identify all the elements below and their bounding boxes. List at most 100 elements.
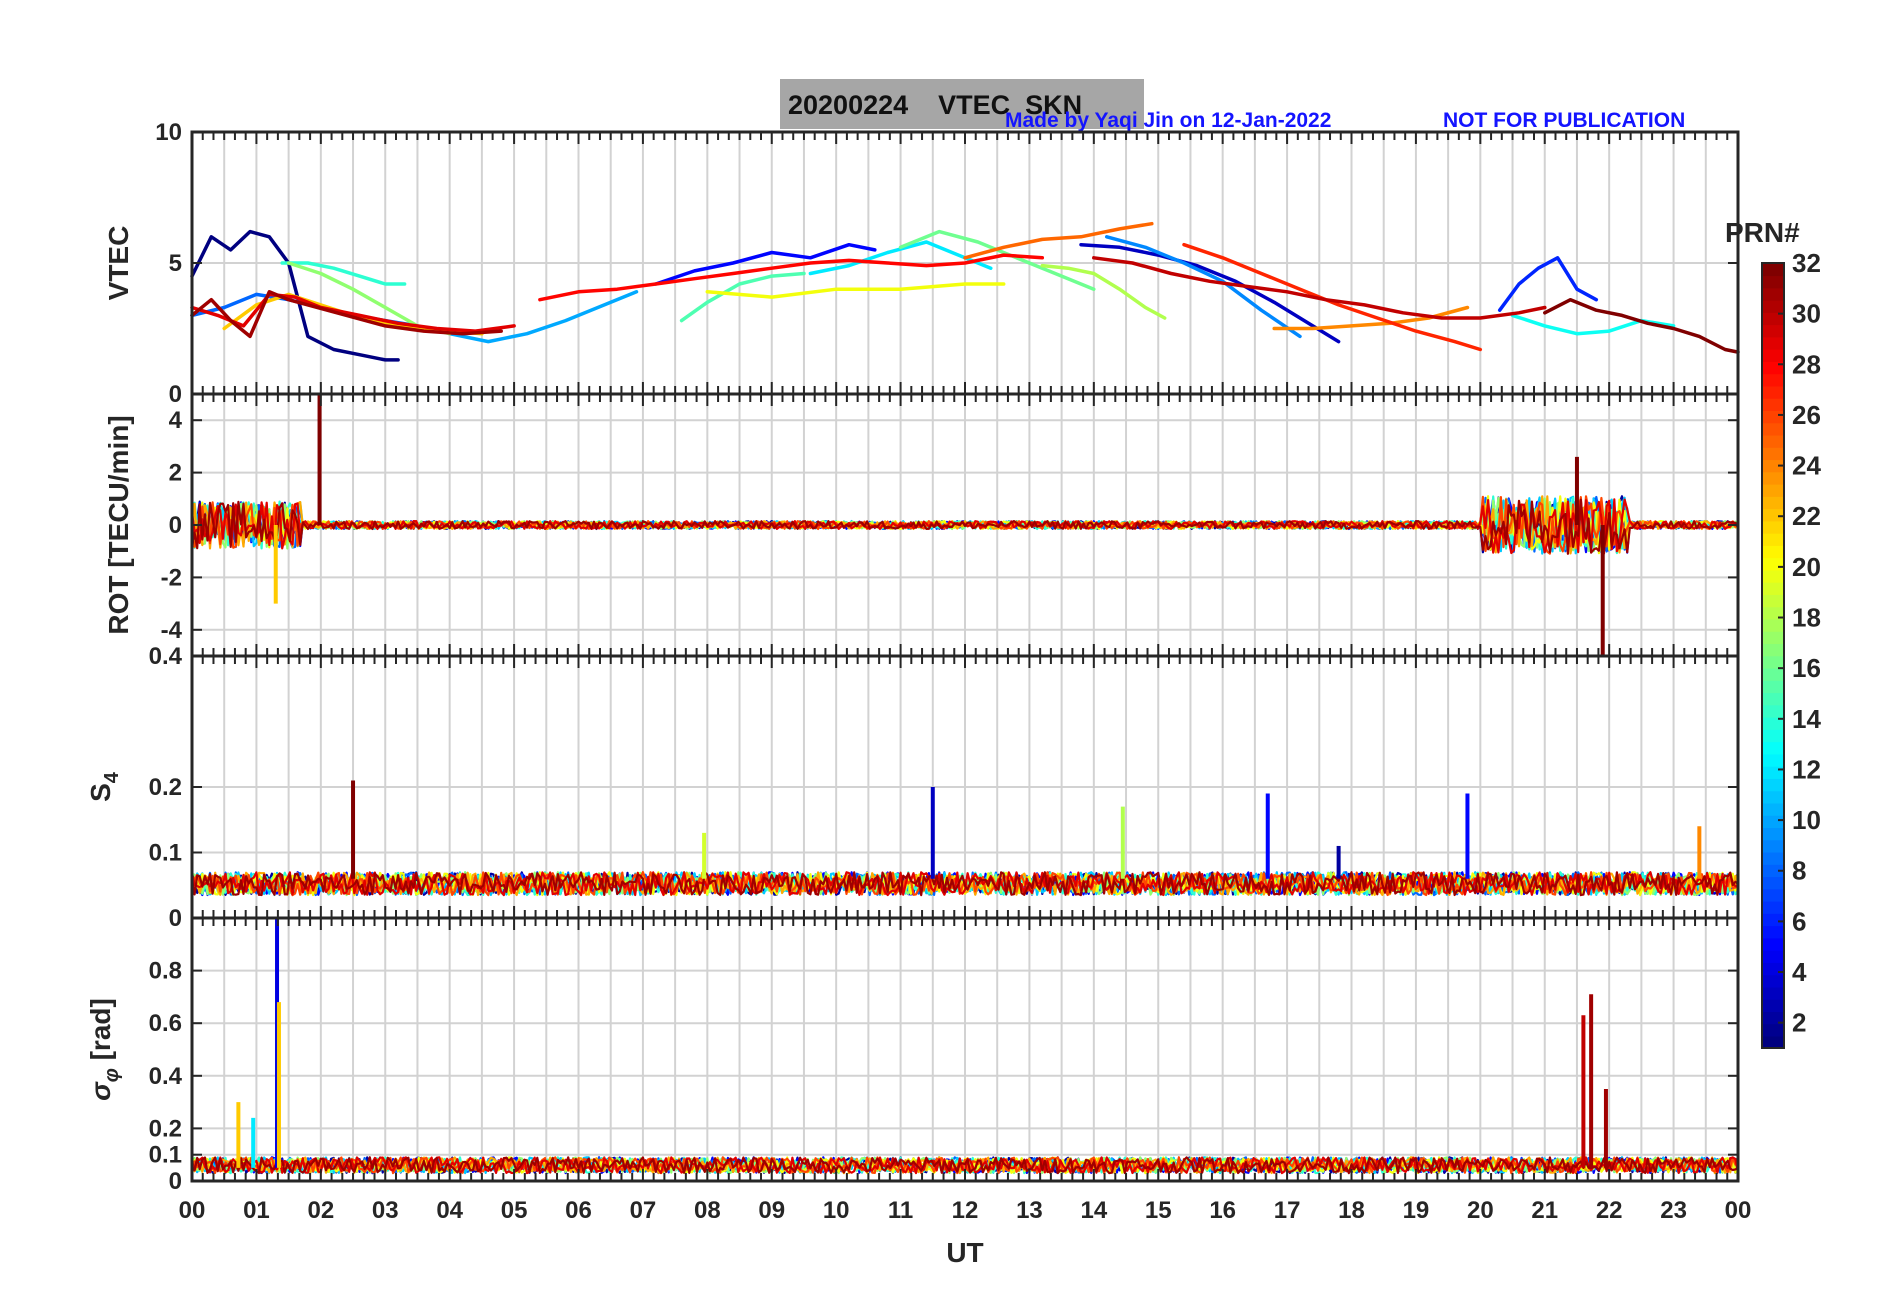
vtec-series-prn-20 [705, 282, 1006, 299]
colorbar-swatch [1762, 508, 1784, 522]
colorbar-swatch [1762, 630, 1784, 645]
colorbar-swatch [1762, 287, 1784, 301]
colorbar-swatch [1762, 704, 1784, 718]
colorbar-swatch [1762, 741, 1784, 755]
colorbar-swatch [1762, 348, 1784, 362]
colorbar-swatch [1762, 594, 1784, 608]
colorbar-swatch [1762, 299, 1784, 313]
y-tick-label: 0.1 [149, 1142, 182, 1169]
colorbar-tick-label: 22 [1792, 501, 1821, 531]
y-tick-label: 10 [155, 119, 182, 146]
y-tick-label: 0 [169, 905, 182, 932]
colorbar-tick-label: 4 [1792, 957, 1807, 987]
colorbar-swatch [1762, 962, 1784, 976]
y-tick-label: -2 [161, 564, 182, 591]
colorbar-tick-label: 26 [1792, 400, 1821, 430]
y-tick-label: 0.4 [149, 1063, 183, 1090]
colorbar-swatch [1762, 471, 1784, 485]
y-axis-label: ROT [TECU/min] [103, 415, 134, 634]
colorbar-swatch [1762, 790, 1784, 804]
y-tick-label: 2 [169, 460, 182, 487]
x-tick-label: 22 [1596, 1197, 1623, 1224]
y-axis-label: VTEC [103, 226, 134, 301]
panel-sigma_phi: 00.10.2 0.4 0.6 0.8 σφ [rad] [85, 916, 1740, 1195]
y-axis-label: σφ [rad] [85, 998, 123, 1101]
x-tick-label: 10 [823, 1197, 850, 1224]
x-tick-label: 19 [1403, 1197, 1430, 1224]
colorbar-swatch [1762, 1023, 1784, 1037]
y-axis-label: S4 [85, 771, 123, 802]
x-tick-label: 04 [436, 1197, 463, 1224]
colorbar-swatch [1762, 545, 1784, 559]
colorbar-tick-label: 14 [1792, 704, 1821, 734]
colorbar-tick-label: 10 [1792, 805, 1821, 835]
x-tick-label: 09 [758, 1197, 785, 1224]
y-tick-label: 0 [169, 1168, 182, 1195]
colorbar-swatch [1762, 680, 1784, 694]
y-tick-label: 0.6 [149, 1010, 182, 1037]
colorbar-swatch [1762, 1035, 1784, 1049]
x-tick-label: 12 [952, 1197, 979, 1224]
colorbar-swatch [1762, 557, 1784, 571]
colorbar-tick-label: 6 [1792, 906, 1806, 936]
colorbar-swatch [1762, 581, 1784, 595]
x-tick-label: 00 [1725, 1197, 1752, 1224]
y-tick-label: 0.1 [149, 840, 182, 867]
y-tick-label: -4 [161, 617, 183, 644]
y-tick-label: 0.4 [149, 643, 183, 670]
x-tick-label: 01 [243, 1197, 270, 1224]
x-tick-label: 13 [1016, 1197, 1043, 1224]
vtec-series-prn-27 [1182, 242, 1483, 352]
colorbar-swatch [1762, 532, 1784, 546]
colorbar-swatch [1762, 655, 1784, 669]
y-tick-label: 0.2 [149, 1115, 182, 1142]
colorbar-tick-label: 8 [1792, 856, 1806, 886]
colorbar-tick-label: 24 [1792, 451, 1821, 481]
colorbar-swatch [1762, 324, 1784, 338]
colorbar-swatch [1762, 446, 1784, 461]
y-tick-label: 0.2 [149, 774, 182, 801]
figure-canvas: 0510VTEC-4-2024ROT [TECU/min]00.10.20.4S… [85, 119, 1821, 1268]
colorbar-tick-label: 2 [1792, 1008, 1806, 1038]
colorbar-swatch [1762, 336, 1784, 350]
x-tick-label: 06 [565, 1197, 592, 1224]
panel-vtec: 0 5 10 VTEC [103, 119, 1740, 408]
colorbar-swatch [1762, 888, 1784, 902]
x-tick-label: 11 [888, 1197, 913, 1224]
y-tick-label: 0 [169, 381, 182, 408]
colorbar-swatch [1762, 753, 1784, 767]
colorbar-swatch [1762, 520, 1784, 534]
colorbar-tick-label: 18 [1792, 603, 1821, 633]
x-tick-label: 00 [179, 1197, 206, 1224]
x-tick-label: 15 [1145, 1197, 1172, 1224]
colorbar-swatch [1762, 496, 1784, 510]
colorbar-swatch [1762, 361, 1784, 375]
colorbar-swatch [1762, 937, 1784, 951]
x-tick-label: 16 [1209, 1197, 1236, 1224]
x-axis-label: UT [946, 1237, 983, 1268]
x-tick-label: 21 [1531, 1197, 1558, 1224]
colorbar-swatch [1762, 569, 1784, 583]
colorbar-swatch [1762, 275, 1784, 289]
colorbar-swatch [1762, 913, 1784, 927]
colorbar-swatch [1762, 998, 1784, 1013]
colorbar-swatch [1762, 876, 1784, 890]
x-tick-label: 18 [1338, 1197, 1365, 1224]
colorbar-swatch [1762, 851, 1784, 865]
colorbar-swatch [1762, 422, 1784, 436]
colorbar-swatch [1762, 667, 1784, 681]
y-tick-label: 0 [169, 512, 182, 539]
vtec-series-prn-6 [1497, 256, 1599, 312]
panel-s4: 0 0.1 0.2 0.4 S4 [85, 643, 1740, 932]
x-tick-label: 03 [372, 1197, 399, 1224]
x-tick-label: 17 [1274, 1197, 1301, 1224]
colorbar-tick-label: 16 [1792, 653, 1821, 683]
colorbar-tick-label: 20 [1792, 552, 1821, 582]
colorbar-swatch [1762, 765, 1784, 779]
x-tick-label: 20 [1467, 1197, 1494, 1224]
colorbar-swatch [1762, 839, 1784, 853]
colorbar-swatch [1762, 814, 1784, 829]
panel-rot: -4 -2 0 2 4 ROT [TECU/min] [103, 392, 1740, 658]
x-tick-label: 02 [307, 1197, 334, 1224]
colorbar-swatch [1762, 385, 1784, 399]
